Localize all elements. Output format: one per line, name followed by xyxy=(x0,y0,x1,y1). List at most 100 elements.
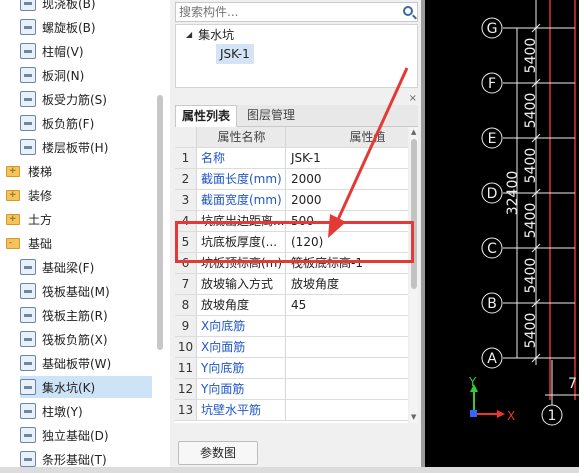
row-number: 11 xyxy=(175,358,197,378)
scroll-down-icon[interactable]: ▼ xyxy=(411,413,416,421)
table-row[interactable]: 3 截面宽度(mm) 2000 xyxy=(175,190,408,211)
property-value[interactable]: 放坡角度 xyxy=(287,274,408,294)
tree-item[interactable]: 螺旋板(B) xyxy=(20,16,160,38)
tree-item[interactable]: 基础板带(W) xyxy=(20,352,160,374)
ucs-origin xyxy=(470,410,477,417)
expander-glyph[interactable]: + xyxy=(9,166,17,177)
search-box[interactable] xyxy=(175,2,418,22)
tree-scrollbar[interactable] xyxy=(157,95,163,350)
tree-item[interactable]: 筏板负筋(X) xyxy=(20,328,160,350)
component-icon xyxy=(20,451,36,467)
component-icon xyxy=(20,43,36,59)
tree-item[interactable]: 基础梁(F) xyxy=(20,256,160,278)
table-row[interactable]: 12 Y向面筋 xyxy=(175,379,408,400)
tree-item-label: 条形基础(T) xyxy=(42,452,107,467)
param-diagram-button[interactable]: 参数图 xyxy=(178,441,258,465)
tree-item-label: 柱墩(Y) xyxy=(42,404,83,419)
folder-icon: - xyxy=(6,237,20,249)
tree-item-label: 板负筋(F) xyxy=(42,116,95,131)
table-row[interactable]: 10 X向面筋 xyxy=(175,337,408,358)
component-list: ◢ 集水坑 JSK-1 xyxy=(175,24,418,88)
partial-dimension-text: 7 xyxy=(568,376,577,392)
tree-folder[interactable]: - 基础 xyxy=(6,232,166,254)
tree-item[interactable]: 板受力筋(S) xyxy=(20,88,160,110)
component-tree-panel: 现浇板(B) 螺旋板(B) 柱帽(V) 板洞(N) 板受力筋(S) 板负筋(F) 楼层板带(… xyxy=(0,0,170,473)
ucs-x-arrow xyxy=(497,410,505,418)
component-icon xyxy=(20,427,36,443)
expander-glyph[interactable]: + xyxy=(9,190,17,201)
row-number: 1 xyxy=(175,148,197,168)
folder-icon: + xyxy=(6,189,20,201)
property-name: 放坡输入方式 xyxy=(198,274,286,294)
close-icon[interactable]: × xyxy=(409,93,417,104)
cad-canvas[interactable]: G F E D C B A 5400 5400 5400 5400 5400 5400 32400 1 7 Y X xyxy=(425,0,579,473)
scroll-up-icon[interactable]: ▲ xyxy=(411,128,416,136)
component-root[interactable]: ◢ 集水坑 xyxy=(186,25,234,43)
table-row[interactable]: 6 坑板顶标高(m) 筏板底标高-1 xyxy=(175,253,408,274)
collapse-triangle-icon[interactable]: ◢ xyxy=(186,30,192,39)
table-row[interactable]: 11 Y向底筋 xyxy=(175,358,408,379)
tree-item[interactable]: 板负筋(F) xyxy=(20,112,160,134)
component-jsk1[interactable]: JSK-1 xyxy=(216,44,254,64)
tree-item[interactable]: 集水坑(K) xyxy=(20,376,152,398)
ucs-y-label: Y xyxy=(468,375,477,389)
grid-header: 属性名称 属性值 xyxy=(175,127,408,148)
folder-icon: + xyxy=(6,213,20,225)
property-value[interactable]: 2000 xyxy=(287,169,408,189)
property-value[interactable]: (120) xyxy=(287,232,408,252)
component-child-label: JSK-1 xyxy=(220,47,250,61)
tree-item[interactable]: 板洞(N) xyxy=(20,64,160,86)
property-value[interactable]: JSK-1 xyxy=(287,148,408,168)
property-name: 放坡角度 xyxy=(198,295,286,315)
grid-scroll-thumb[interactable] xyxy=(411,139,417,289)
row-number: 13 xyxy=(175,400,197,420)
property-value[interactable] xyxy=(287,358,408,378)
expander-glyph[interactable]: + xyxy=(9,214,17,225)
tree-item[interactable]: 楼层板带(H) xyxy=(20,136,160,158)
dimension-text: 5400 xyxy=(523,93,539,129)
table-row[interactable]: 2 截面长度(mm) 2000 xyxy=(175,169,408,190)
tree-item-label: 土方 xyxy=(28,212,53,227)
tree-item[interactable]: 独立基础(D) xyxy=(20,424,160,446)
tree-item[interactable]: 筏板基础(M) xyxy=(20,280,160,302)
component-icon xyxy=(20,67,36,83)
grid-scrollbar[interactable]: ▲ ▼ xyxy=(410,127,418,423)
tab-layers[interactable]: 图层管理 xyxy=(241,105,301,127)
expander-glyph[interactable]: - xyxy=(9,238,12,249)
tree-item[interactable]: 柱帽(V) xyxy=(20,40,160,62)
tree-item[interactable]: 柱墩(Y) xyxy=(20,400,160,422)
table-row[interactable]: 1 名称 JSK-1 xyxy=(175,148,408,169)
tree-item-label: 筏板主筋(R) xyxy=(42,308,108,323)
table-row[interactable]: 9 X向底筋 xyxy=(175,316,408,337)
tree-folder[interactable]: + 装修 xyxy=(6,184,166,206)
property-value[interactable]: 2000 xyxy=(287,190,408,210)
property-name: X向面筋 xyxy=(198,337,286,357)
property-value[interactable] xyxy=(287,316,408,336)
tree-item[interactable]: 现浇板(B) xyxy=(20,0,160,14)
tree-item-label: 螺旋板(B) xyxy=(42,20,96,35)
component-icon xyxy=(20,331,36,347)
header-value: 属性值 xyxy=(349,130,386,144)
table-row[interactable]: 13 坑壁水平筋 xyxy=(175,400,408,421)
table-row[interactable]: 7 放坡输入方式 放坡角度 xyxy=(175,274,408,295)
tree-folder[interactable]: + 土方 xyxy=(6,208,166,230)
tab-properties[interactable]: 属性列表 xyxy=(175,105,238,127)
property-value[interactable]: 500 xyxy=(287,211,408,231)
table-row[interactable]: 4 坑底出边距离... 500 xyxy=(175,211,408,232)
property-grid: 属性名称 属性值 1 名称 JSK-1 2 截面长度(mm) 2000 3 截面宽度(mm) 2… xyxy=(175,127,408,423)
table-row[interactable]: 5 坑底板厚度(... (120) xyxy=(175,232,408,253)
property-value[interactable] xyxy=(287,337,408,357)
table-row[interactable]: 8 放坡角度 45 xyxy=(175,295,408,316)
property-value[interactable]: 45 xyxy=(287,295,408,315)
property-name: 坑底出边距离... xyxy=(198,211,286,231)
search-icon[interactable] xyxy=(403,6,413,16)
tree-item-label: 基础板带(W) xyxy=(42,356,112,371)
property-value[interactable] xyxy=(287,400,408,420)
tree-item[interactable]: 筏板主筋(R) xyxy=(20,304,160,326)
property-value[interactable]: 筏板底标高-1 xyxy=(287,253,408,273)
tree-folder[interactable]: + 楼梯 xyxy=(6,160,166,182)
row-number: 3 xyxy=(175,190,197,210)
property-tabs: 属性列表 图层管理 xyxy=(175,105,418,127)
property-value[interactable] xyxy=(287,379,408,399)
search-input[interactable] xyxy=(176,3,391,21)
